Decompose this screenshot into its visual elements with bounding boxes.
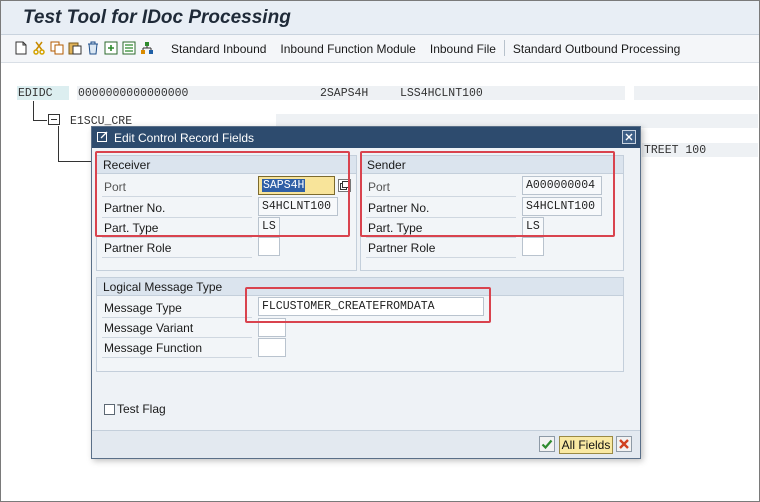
sender-partner-no-label: Partner No. [368,201,430,215]
message-function-label: Message Function [104,341,203,355]
receiver-port-label: Port [104,180,127,194]
test-flag-label: Test Flag [117,402,166,416]
cut-icon[interactable] [31,40,47,56]
divider [102,217,252,218]
edidc-sender: LSS4HCLNT100 [400,87,483,100]
sender-partner-role-label: Partner Role [368,241,436,255]
test-flag-checkbox[interactable] [104,404,115,415]
edit-icon [97,131,109,146]
append-icon[interactable] [121,40,137,56]
receiver-partner-role-label: Partner Role [104,241,172,255]
edidc-docnum: 0000000000000000 [78,87,189,100]
cancel-button[interactable] [616,436,632,452]
receiver-part-type-field[interactable]: LS [258,217,280,236]
logical-message-header: Logical Message Type [97,278,623,296]
cancel-icon [619,439,629,449]
title-bar: Test Tool for IDoc Processing [1,1,759,35]
edidc-receiver: 2SAPS4H [320,87,369,100]
sender-port-label: Port [368,180,391,194]
edidc-row-strip-right [634,86,758,100]
close-button[interactable] [622,130,636,144]
divider [102,237,252,238]
divider [366,196,516,197]
insert-icon[interactable] [103,40,119,56]
dialog-title: Edit Control Record Fields [114,131,255,145]
toolbar-separator [503,40,505,56]
divider [102,337,252,338]
value-help-icon [340,181,349,190]
edit-control-record-dialog: Edit Control Record Fields Receiver Port… [91,126,641,459]
dialog-title-bar[interactable]: Edit Control Record Fields [92,127,640,148]
tree-line [58,126,59,162]
receiver-partner-role-field[interactable] [258,237,280,256]
sender-part-type-field[interactable]: LS [522,217,544,236]
message-variant-field[interactable] [258,318,286,337]
hierarchy-icon[interactable] [139,40,155,56]
dialog-footer: All Fields [92,430,640,458]
divider [102,257,252,258]
confirm-button[interactable] [539,436,555,452]
edidc-label[interactable]: EDIDC [18,87,53,100]
inbound-file-button[interactable]: Inbound File [430,42,496,56]
sender-partner-no-field[interactable]: S4HCLNT100 [522,197,602,216]
divider [102,317,252,318]
sender-header: Sender [361,156,623,174]
tree-line [58,161,92,162]
delete-icon[interactable] [85,40,101,56]
tree-line [33,101,34,121]
message-type-label: Message Type [104,301,182,315]
receiver-partner-no-label: Partner No. [104,201,166,215]
value-help-button[interactable] [338,179,351,192]
message-function-field[interactable] [258,338,286,357]
receiver-part-type-label: Part. Type [104,221,159,235]
sender-port-field[interactable]: A000000004 [522,176,602,195]
receiver-header: Receiver [97,156,356,174]
page-title: Test Tool for IDoc Processing [23,7,291,28]
all-fields-button[interactable]: All Fields [559,436,613,454]
divider [366,217,516,218]
copy-icon[interactable] [49,40,65,56]
receiver-port-field[interactable]: SAPS4H [258,176,335,195]
sender-partner-role-field[interactable] [522,237,544,256]
toolbar-menu: Standard Inbound Inbound Function Module… [171,40,694,56]
divider [366,237,516,238]
new-document-icon[interactable] [13,40,29,56]
toolbar-icon-group [13,40,155,56]
divider [102,196,252,197]
message-variant-label: Message Variant [104,321,194,335]
message-type-field[interactable]: FLCUSTOMER_CREATEFROMDATA [258,297,484,316]
paste-icon[interactable] [67,40,83,56]
divider [102,357,252,358]
application-toolbar: Standard Inbound Inbound Function Module… [1,35,759,63]
receiver-partner-no-field[interactable]: S4HCLNT100 [258,197,338,216]
standard-inbound-button[interactable]: Standard Inbound [171,42,266,56]
standard-outbound-processing-button[interactable]: Standard Outbound Processing [513,42,680,56]
tree-line [33,120,47,121]
check-icon [541,439,553,450]
inbound-function-module-button[interactable]: Inbound Function Module [280,42,415,56]
divider [366,257,516,258]
close-icon [625,133,633,141]
sender-part-type-label: Part. Type [368,221,423,235]
street-fragment: TREET 100 [644,144,707,157]
